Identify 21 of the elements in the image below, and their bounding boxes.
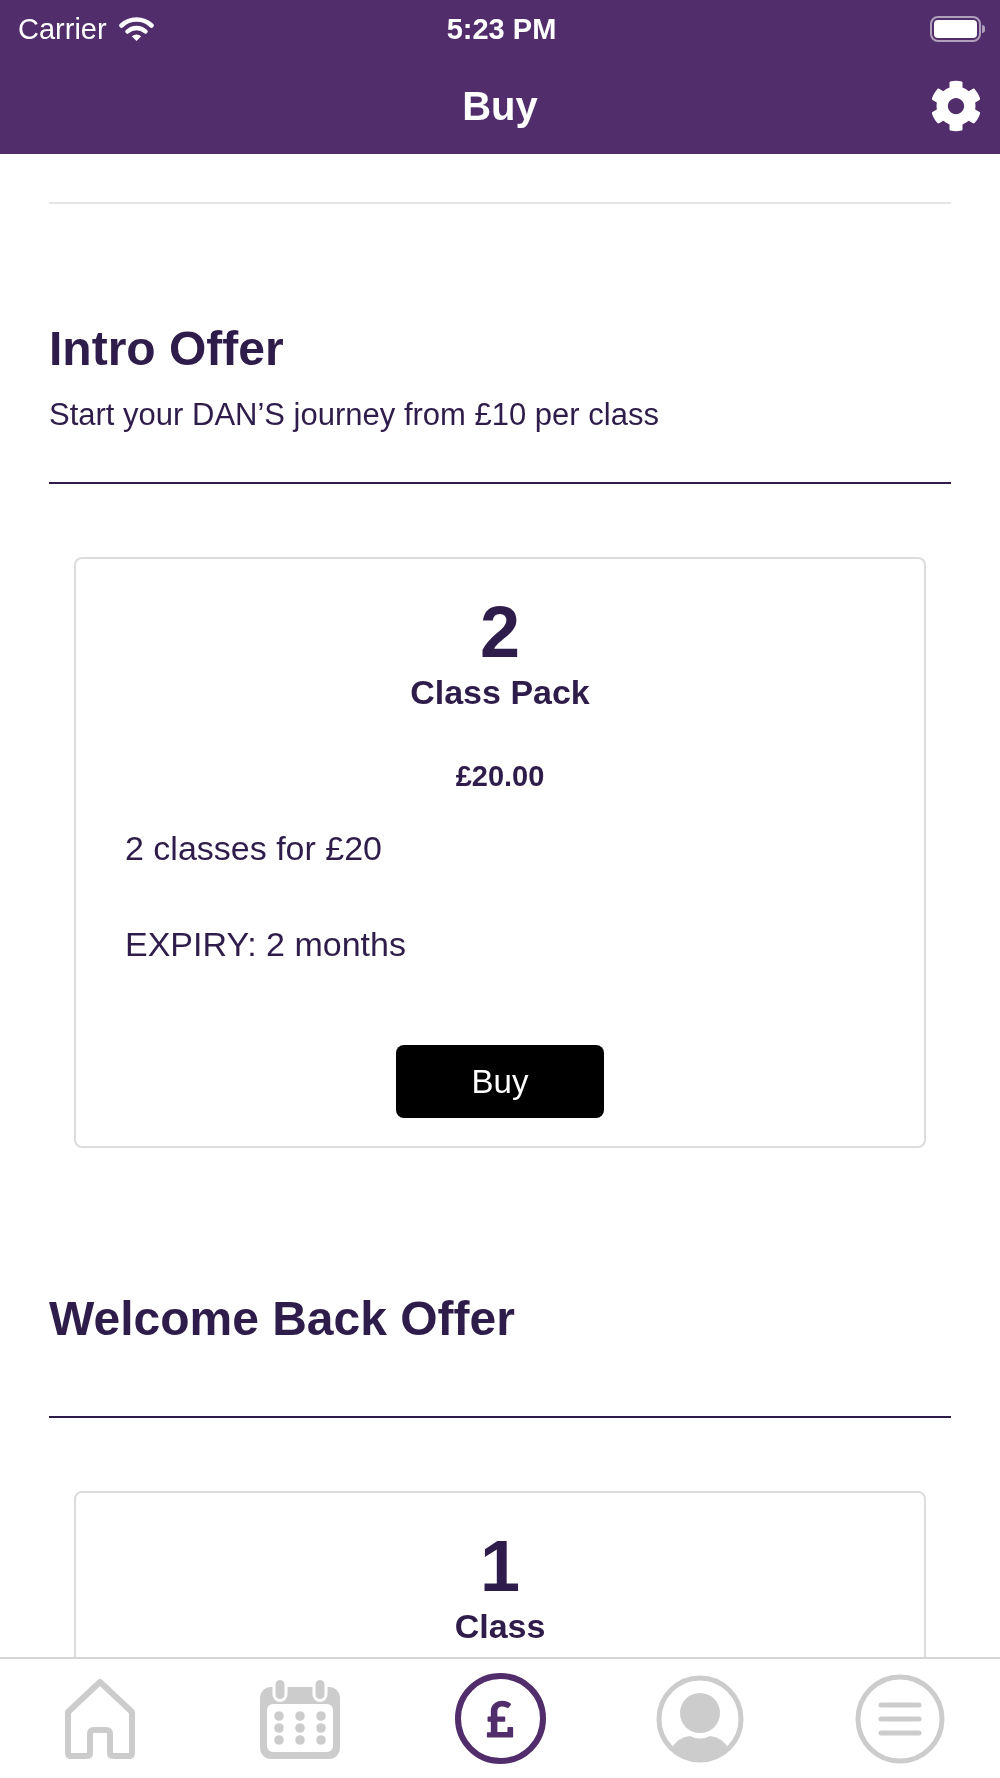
pack-price: £20.00 [455, 759, 545, 793]
section-title: Intro Offer [49, 321, 285, 377]
pack-detail: 2 classes for £20 [125, 829, 383, 867]
section-subtitle: Start your DAN’S journey from £10 per class [49, 397, 660, 433]
home-icon[interactable] [63, 1677, 137, 1760]
menu-icon[interactable] [855, 1673, 945, 1764]
pack-count: 1 [479, 1526, 520, 1606]
settings-icon[interactable] [930, 79, 982, 132]
carrier-label: Carrier [18, 11, 107, 46]
user-icon[interactable] [656, 1674, 744, 1763]
screen-title: Buy [462, 82, 538, 130]
pack-count: 2 [479, 592, 520, 672]
pack-detail: EXPIRY: 2 months [125, 925, 406, 963]
pound-icon[interactable] [454, 1673, 546, 1764]
status-time: 5:23 PM [446, 11, 557, 46]
section-title: Welcome Back Offer [49, 1291, 516, 1347]
battery-icon [930, 15, 985, 42]
wifi-icon [118, 16, 154, 41]
buy-button[interactable]: Buy [396, 1045, 604, 1118]
pack-name: Class [454, 1606, 546, 1646]
pack-name: Class Pack [410, 672, 590, 712]
